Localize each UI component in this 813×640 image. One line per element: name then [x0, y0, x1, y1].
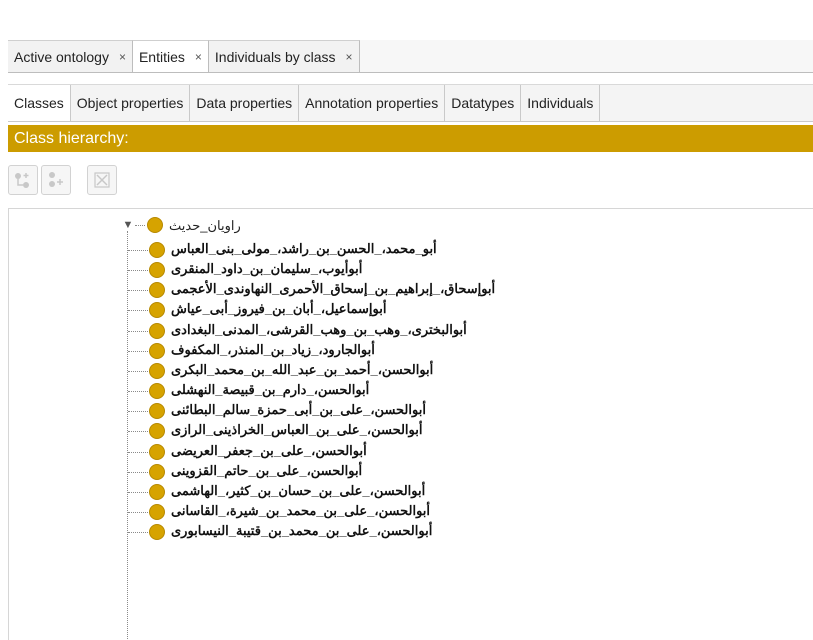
- tree-item-label: أبوالحسن،_على_بن_محمد_بن_شيرة،_القاسانى: [171, 502, 431, 518]
- class-circle-icon: [149, 524, 165, 541]
- tree-item-label: أبو_محمد،_الحسن_بن_راشد،_مولى_بنى_العباس: [171, 241, 437, 256]
- tab-label: Entities: [138, 48, 185, 65]
- class-circle-icon: [147, 217, 163, 233]
- tree-item[interactable]: أبوالحسن،_على_بن_محمد_بن_شيرة،_القاسانى: [9, 502, 813, 522]
- tree-item[interactable]: أبوالحسن،_على_بن_محمد_بن_قتيبة_النيسابور…: [9, 522, 813, 542]
- tree-item[interactable]: أبوالحسن،_أحمد_بن_عبد_الله_بن_محمد_البكر…: [9, 361, 813, 381]
- tree-root-row[interactable]: ▼ راويان_حديث: [9, 215, 813, 235]
- tab-label: Active ontology: [14, 48, 109, 65]
- class-hierarchy-header: Class hierarchy:: [8, 125, 813, 152]
- tree-item[interactable]: أبوالجارود،_زياد_بن_المنذر،_المكفوف: [9, 341, 813, 361]
- class-circle-icon: [149, 342, 165, 359]
- tree-item[interactable]: أبوالحسن،_على_بن_العباس_الخراذينى_الرازى: [9, 421, 813, 441]
- class-circle-icon: [149, 242, 165, 258]
- tree-item-label: أبوالحسن،_على_بن_العباس_الخراذينى_الرازى: [171, 422, 423, 438]
- close-icon[interactable]: ×: [346, 50, 353, 64]
- tree-item-label: أبوالحسن،_دارم_بن_قبيصة_النهشلى: [171, 382, 370, 398]
- tree-item-label: أبوإسماعيل،_أبان_بن_فيروز_أبى_عياش: [171, 301, 387, 317]
- tree-item[interactable]: أبوالحسن،_على_بن_أبى_حمزة_سالم_البطائنى: [9, 401, 813, 421]
- class-circle-icon: [149, 443, 165, 460]
- tab-annotation-properties[interactable]: Annotation properties: [299, 85, 446, 121]
- tab-classes[interactable]: Classes: [8, 85, 71, 121]
- tab-datatypes[interactable]: Datatypes: [445, 85, 522, 121]
- class-circle-icon: [149, 302, 165, 319]
- tree-item-label: أبوالحسن،_على_بن_حسان_بن_كثير،_الهاشمى: [171, 482, 426, 498]
- class-circle-icon: [149, 262, 165, 279]
- tree-root-label: راويان_حديث: [169, 218, 241, 233]
- close-icon[interactable]: ×: [119, 50, 126, 64]
- class-circle-icon: [149, 362, 165, 379]
- tab-label: Individuals by class: [214, 48, 336, 65]
- tree-item[interactable]: أبوالحسن،_على_بن_حاتم_القزوينى: [9, 462, 813, 482]
- tree-item-label: أبوإسحاق،_إبراهيم_بن_إسحاق_الأحمرى_النها…: [171, 281, 496, 297]
- tab-object-properties[interactable]: Object properties: [70, 85, 191, 121]
- add-sibling-icon[interactable]: [41, 165, 71, 195]
- class-circle-icon: [149, 403, 165, 420]
- tab-entities[interactable]: Entities ×: [132, 40, 209, 72]
- tree-item[interactable]: أبو_محمد،_الحسن_بن_راشد،_مولى_بنى_العباس: [9, 240, 813, 260]
- tab-data-properties[interactable]: Data properties: [190, 85, 300, 121]
- tree-item-label: أبوالحسن،_على_بن_حاتم_القزوينى: [171, 462, 363, 478]
- tree-item[interactable]: أبوالحسن،_على_بن_حسان_بن_كثير،_الهاشمى: [9, 482, 813, 502]
- tree-item-label: أبوالحسن،_أحمد_بن_عبد_الله_بن_محمد_البكر…: [171, 361, 434, 377]
- class-circle-icon: [149, 503, 165, 520]
- tree-item-label: أبوالجارود،_زياد_بن_المنذر،_المكفوف: [171, 341, 375, 357]
- delete-class-icon[interactable]: [87, 165, 117, 195]
- class-circle-icon: [149, 423, 165, 440]
- tab-individuals[interactable]: Individuals: [521, 85, 601, 121]
- workspace-tab-bar: Active ontology × Entities × Individuals…: [8, 40, 813, 73]
- class-circle-icon: [149, 383, 165, 400]
- tab-individuals-by-class[interactable]: Individuals by class ×: [208, 40, 360, 72]
- hierarchy-toolbar: [8, 163, 117, 197]
- class-circle-icon: [149, 322, 165, 339]
- tree-item[interactable]: أبوالحسن،_على_بن_جعفر_العريضى: [9, 442, 813, 462]
- tree-item[interactable]: أبوأيوب،_سليمان_بن_داود_المنقرى: [9, 260, 813, 280]
- add-subclass-icon[interactable]: [8, 165, 38, 195]
- collapse-triangle-icon[interactable]: ▼: [122, 219, 134, 231]
- tree-item[interactable]: أبوالحسن،_دارم_بن_قبيصة_النهشلى: [9, 381, 813, 401]
- tree-item[interactable]: أبوإسحاق،_إبراهيم_بن_إسحاق_الأحمرى_النها…: [9, 280, 813, 300]
- tree-item-label: أبوالحسن،_على_بن_محمد_بن_قتيبة_النيسابور…: [171, 523, 433, 539]
- class-circle-icon: [149, 282, 165, 299]
- tree-item-label: أبوالحسن،_على_بن_أبى_حمزة_سالم_البطائنى: [171, 402, 426, 418]
- entity-type-tab-bar: Classes Object properties Data propertie…: [8, 84, 813, 122]
- tree-item-label: أبوالبخترى،_وهب_بن_وهب_القرشى،_المدنى_ال…: [171, 321, 467, 337]
- class-hierarchy-tree[interactable]: ▼ راويان_حديث أبو_محمد،_الحسن_بن_راشد،_م…: [8, 208, 813, 640]
- tree-item-label: أبوأيوب،_سليمان_بن_داود_المنقرى: [171, 261, 363, 277]
- tree-item[interactable]: أبوإسماعيل،_أبان_بن_فيروز_أبى_عياش: [9, 300, 813, 320]
- class-circle-icon: [149, 463, 165, 480]
- class-circle-icon: [149, 483, 165, 500]
- tree-item[interactable]: أبوالبخترى،_وهب_بن_وهب_القرشى،_المدنى_ال…: [9, 321, 813, 341]
- close-icon[interactable]: ×: [195, 50, 202, 64]
- tree-item-label: أبوالحسن،_على_بن_جعفر_العريضى: [171, 442, 367, 458]
- tab-active-ontology[interactable]: Active ontology ×: [8, 40, 133, 72]
